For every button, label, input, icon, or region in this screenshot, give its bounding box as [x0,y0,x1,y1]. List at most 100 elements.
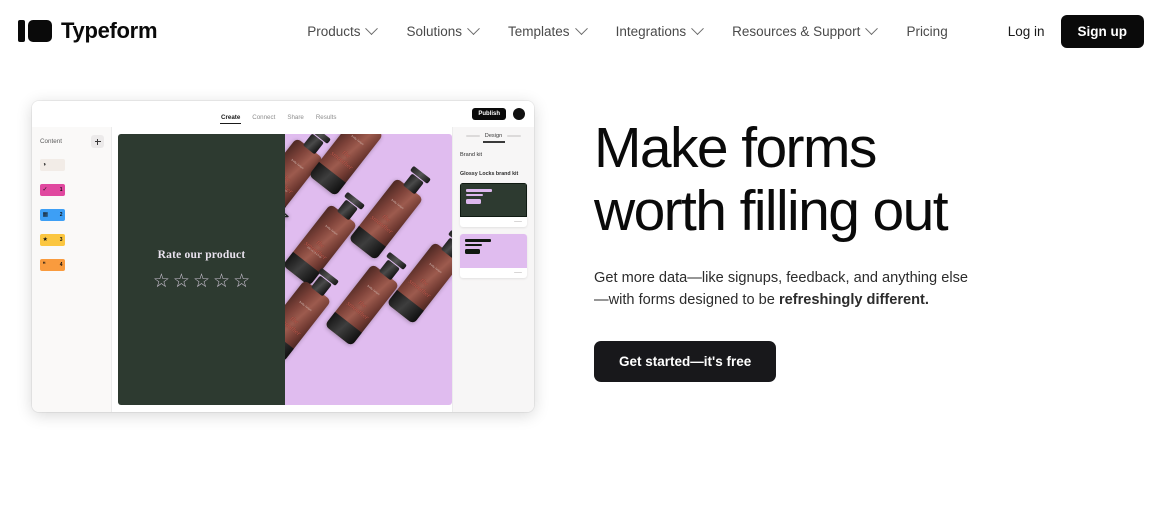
mockup-tab-connect[interactable]: Connect [252,114,275,124]
question-text-placeholder [71,259,104,261]
question-text-placeholder [71,159,104,161]
theme-preview-dark [460,182,527,217]
brand-kit-name: Glossy Locks brand kit [460,170,519,177]
more-options-icon[interactable] [514,271,522,274]
subhead-emphasis: refreshingly different. [778,291,929,308]
rating-star-icon: ★ [42,237,48,243]
nav-item-solutions[interactable]: Solutions [406,21,480,39]
bottle-label: the smoother [406,276,433,300]
question-number: 4 [59,262,63,268]
mockup-content-sidebar: Content ◑ ✓ 1 ▦ 2 ★ 3 ❝ 4 [32,127,112,412]
star-icon[interactable]: ☆ [153,272,170,291]
bottle-sub-label: body lotion [366,284,381,297]
slide-question-panel: Rate our product ☆ ☆ ☆ ☆ ☆ [118,134,285,405]
mockup-body: Content ◑ ✓ 1 ▦ 2 ★ 3 ❝ 4 Rate our produ… [32,127,534,412]
log-in-link[interactable]: Log in [1008,24,1045,39]
panel-tab-design[interactable]: Design [485,133,502,139]
chevron-down-icon [467,21,480,35]
brand-name-label: Typeform [61,18,158,43]
picture-choice-icon: ▦ [42,212,49,218]
more-options-icon[interactable] [514,220,522,223]
avatar[interactable] [513,108,525,120]
question-thumbnail: ▦ 2 [40,209,65,221]
question-thumbnail: ✓ 1 [40,184,65,196]
bottle-sub-label: body lotion [290,158,305,171]
quote-icon: ❝ [42,262,46,268]
list-item[interactable]: ▦ 2 [40,209,104,221]
product-bottle-image: body lotion the smoother [348,177,424,261]
mockup-sidebar-header: Content [40,135,104,148]
theme-card-footer [460,217,527,227]
question-text-placeholder [71,234,104,236]
star-icon[interactable]: ☆ [213,272,230,291]
bottle-label: the smoother [328,148,355,172]
question-number: 2 [59,212,63,218]
chevron-down-icon [365,21,379,35]
sign-up-button[interactable]: Sign up [1060,14,1144,48]
question-text-placeholder [71,184,104,186]
question-thumbnail: ★ 3 [40,234,65,246]
product-screenshot-mockup: Create Connect Share Results Publish Con… [32,101,534,412]
question-thumbnail: ◑ [40,159,65,171]
page-title: Make forms worth filling out [594,116,949,243]
get-started-button[interactable]: Get started—it's free [594,340,777,382]
nav-item-label: Pricing [906,23,948,39]
form-slide-preview[interactable]: Rate our product ☆ ☆ ☆ ☆ ☆ body lotion t… [118,134,452,405]
slide-question-title: Rate our product [157,248,246,261]
chevron-down-icon [574,21,588,35]
nav-item-products[interactable]: Products [307,21,379,39]
nav-item-label: Solutions [406,23,463,39]
welcome-icon: ◑ [42,162,47,168]
mockup-design-panel: Design Brand kit Glossy Locks brand kit [452,127,534,412]
account-actions: Log in Sign up [1008,14,1144,48]
mockup-tab-results[interactable]: Results [316,114,337,124]
product-bottle-image: body lotion the smoother [285,279,332,363]
mockup-form-canvas: Rate our product ☆ ☆ ☆ ☆ ☆ body lotion t… [112,127,452,412]
add-question-button[interactable] [91,135,104,148]
nav-item-templates[interactable]: Templates [508,21,588,39]
hero-section: Create Connect Share Results Publish Con… [0,101,1160,412]
nav-item-resources-support[interactable]: Resources & Support [732,21,879,39]
plus-icon [94,138,101,145]
question-number: 1 [59,187,63,193]
hero-copy: Make forms worth filling out Get more da… [594,101,968,412]
nav-item-pricing[interactable]: Pricing [906,24,947,39]
bottle-sub-label: body lotion [390,198,405,211]
star-icon[interactable]: ☆ [193,272,210,291]
question-text-placeholder [71,209,104,211]
bottle-label: the smoother [368,212,395,236]
question-thumbnail: ❝ 4 [40,259,65,271]
mockup-toolbar-right: Publish [472,108,525,120]
list-item[interactable]: ◑ [40,159,104,171]
theme-card-dark[interactable] [460,182,527,227]
bottle-sub-label: body lotion [428,262,443,275]
mockup-sidebar-title: Content [40,138,63,145]
nav-item-label: Templates [508,23,570,39]
theme-card-footer [460,268,527,278]
nav-item-label: Integrations [615,23,687,39]
bottle-label: the smoother [344,298,371,322]
star-icon[interactable]: ☆ [233,272,250,291]
star-icon[interactable]: ☆ [173,272,190,291]
mockup-tab-share[interactable]: Share [287,114,304,124]
mockup-tab-bar: Create Connect Share Results [219,101,337,127]
list-item[interactable]: ✓ 1 [40,184,104,196]
mockup-toolbar: Create Connect Share Results Publish [32,101,534,127]
star-rating-widget[interactable]: ☆ ☆ ☆ ☆ ☆ [153,272,250,291]
theme-card-light[interactable] [460,233,527,278]
mockup-tab-create[interactable]: Create [219,114,242,124]
multiple-choice-icon: ✓ [42,187,48,193]
subhead-line-1: Get more data—like signups, feedback, an… [594,270,968,287]
typeform-logo[interactable]: Typeform [18,18,158,44]
list-item[interactable]: ★ 3 [40,234,104,246]
list-item[interactable]: ❝ 4 [40,259,104,271]
main-menu: Products Solutions Templates Integration… [307,21,948,39]
brand-kit-label: Brand kit [460,151,483,158]
slide-image-panel: body lotion the smoother 250 ml / 8.4 fl… [285,134,452,405]
active-tab-underline [482,141,505,143]
nav-item-integrations[interactable]: Integrations [615,21,704,39]
bottle-sub-label: body lotion [324,224,339,237]
bottle-label: the smoother [285,314,303,338]
mockup-publish-button[interactable]: Publish [472,108,506,120]
design-panel-tabs: Design [460,133,527,139]
